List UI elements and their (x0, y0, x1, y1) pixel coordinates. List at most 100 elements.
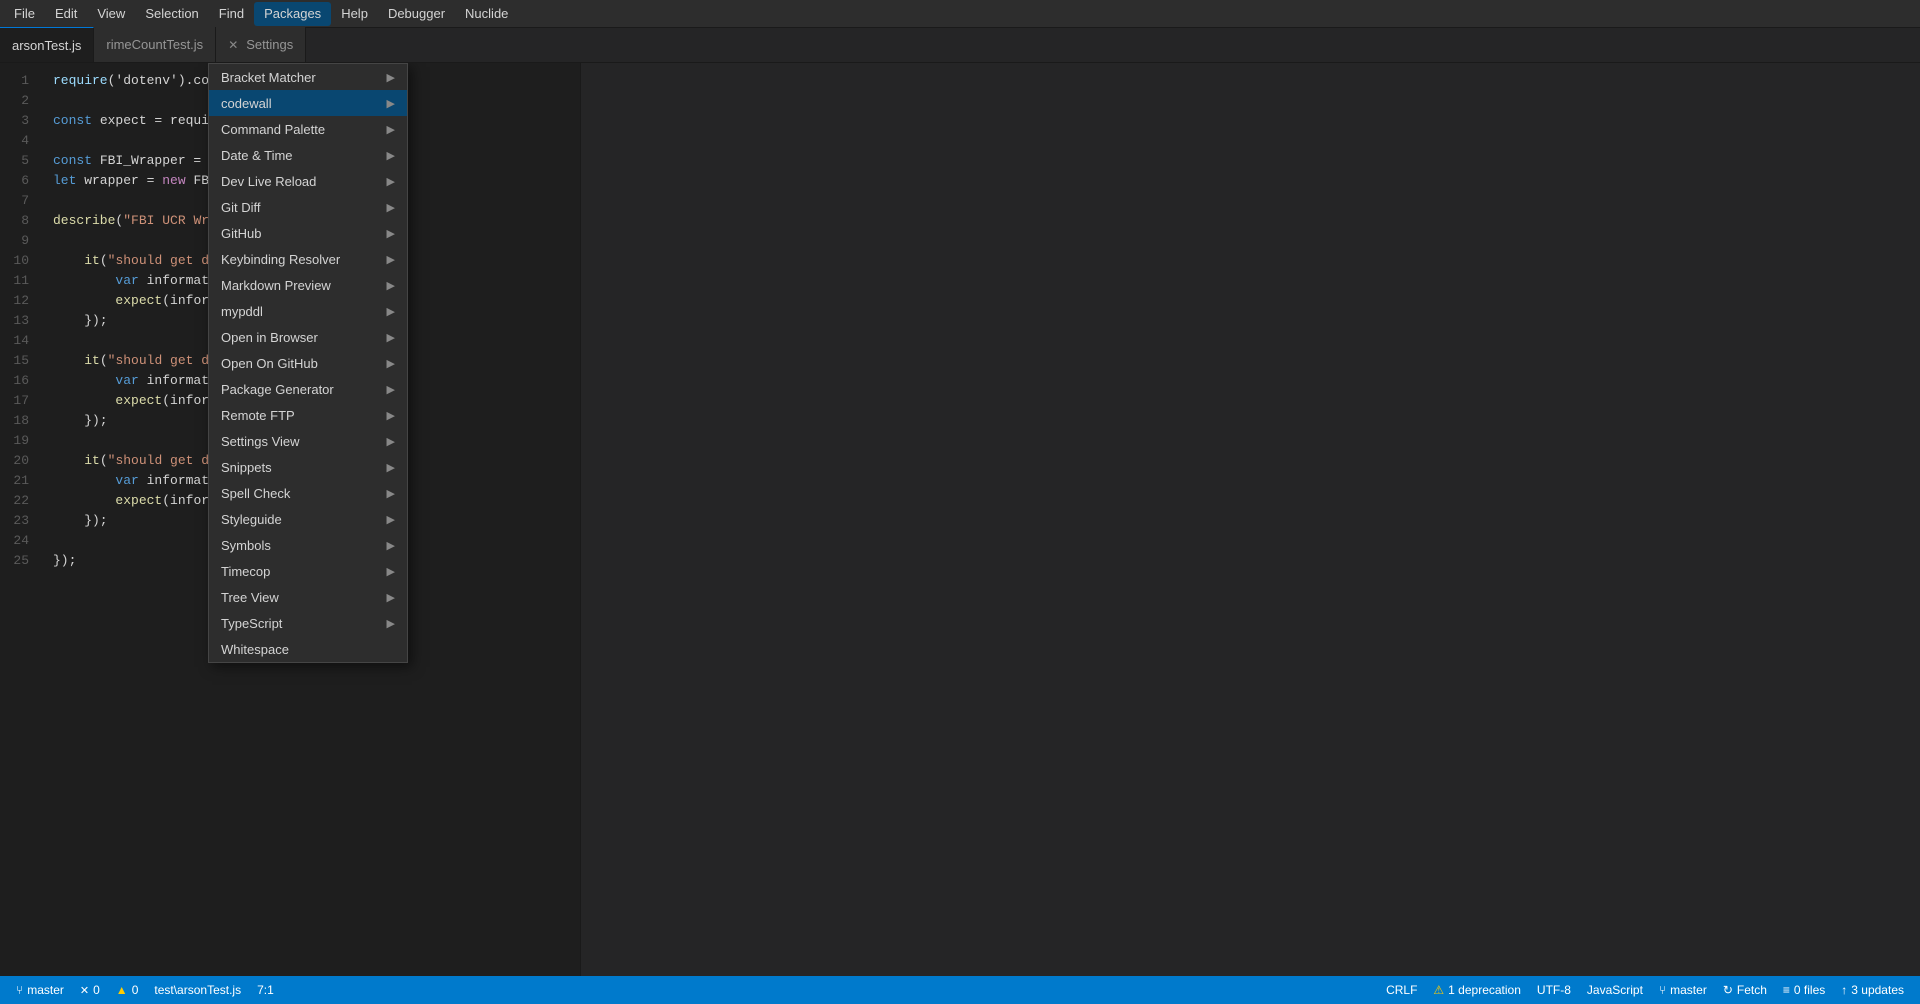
status-bar-right: CRLF ⚠ 1 deprecation UTF-8 JavaScript ⑂ … (1378, 976, 1912, 1004)
packages-codewall[interactable]: codewall ▶ (209, 90, 407, 116)
tab-bar: arsonTest.js rimeCountTest.js ✕ Settings (0, 28, 1920, 63)
chevron-right-icon: ▶ (387, 305, 395, 318)
line-ending-label: CRLF (1386, 983, 1417, 997)
packages-package-generator[interactable]: Package Generator ▶ (209, 376, 407, 402)
packages-symbols[interactable]: Symbols ▶ (209, 532, 407, 558)
line-numbers: 1234 5678 9101112 13141516 17181920 2122… (0, 63, 45, 976)
packages-command-palette[interactable]: Command Palette ▶ (209, 116, 407, 142)
file-path-status[interactable]: test\arsonTest.js (146, 976, 249, 1004)
chevron-right-icon: ▶ (387, 357, 395, 370)
chevron-right-icon: ▶ (387, 539, 395, 552)
file-count-label: 0 files (1794, 983, 1825, 997)
chevron-right-icon: ▶ (387, 201, 395, 214)
chevron-right-icon: ▶ (387, 383, 395, 396)
packages-tree-view[interactable]: Tree View ▶ (209, 584, 407, 610)
cursor-position[interactable]: 7:1 (249, 976, 282, 1004)
menu-selection[interactable]: Selection (135, 2, 208, 26)
packages-spell-check[interactable]: Spell Check ▶ (209, 480, 407, 506)
line-ending-status[interactable]: CRLF (1378, 976, 1425, 1004)
chevron-right-icon: ▶ (387, 565, 395, 578)
tab-time[interactable]: rimeCountTest.js (94, 27, 216, 62)
editor-area: 1234 5678 9101112 13141516 17181920 2122… (0, 63, 580, 976)
deprecation-status[interactable]: ⚠ 1 deprecation (1425, 976, 1529, 1004)
status-bar: ⑂ master ✕ 0 ▲ 0 test\arsonTest.js 7:1 C… (0, 976, 1920, 1004)
chevron-right-icon: ▶ (387, 591, 395, 604)
menu-view[interactable]: View (87, 2, 135, 26)
main-area: 1234 5678 9101112 13141516 17181920 2122… (0, 63, 1920, 976)
warning-status[interactable]: ▲ 0 (108, 976, 147, 1004)
menu-edit[interactable]: Edit (45, 2, 87, 26)
language-status[interactable]: JavaScript (1579, 976, 1651, 1004)
cursor-pos-label: 7:1 (257, 983, 274, 997)
packages-git-diff[interactable]: Git Diff ▶ (209, 194, 407, 220)
warning-count: 0 (132, 983, 139, 997)
chevron-right-icon: ▶ (387, 123, 395, 136)
packages-keybinding-resolver[interactable]: Keybinding Resolver ▶ (209, 246, 407, 272)
menu-packages[interactable]: Packages (254, 2, 331, 26)
chevron-right-icon: ▶ (387, 175, 395, 188)
file-count-icon: ≡ (1783, 983, 1790, 997)
error-count: 0 (93, 983, 100, 997)
packages-bracket-matcher[interactable]: Bracket Matcher ▶ (209, 64, 407, 90)
chevron-right-icon: ▶ (387, 97, 395, 110)
packages-remote-ftp[interactable]: Remote FTP ▶ (209, 402, 407, 428)
fetch-icon: ↻ (1723, 983, 1733, 997)
packages-styleguide[interactable]: Styleguide ▶ (209, 506, 407, 532)
encoding-label: UTF-8 (1537, 983, 1571, 997)
language-label: JavaScript (1587, 983, 1643, 997)
tab-arson[interactable]: arsonTest.js (0, 27, 94, 62)
tab-settings[interactable]: ✕ Settings (216, 27, 306, 62)
menu-debugger[interactable]: Debugger (378, 2, 455, 26)
packages-markdown-preview[interactable]: Markdown Preview ▶ (209, 272, 407, 298)
warning-icon: ▲ (116, 983, 128, 997)
file-count-status[interactable]: ≡ 0 files (1775, 976, 1833, 1004)
chevron-right-icon: ▶ (387, 435, 395, 448)
right-panel (580, 63, 1920, 976)
menu-find[interactable]: Find (209, 2, 254, 26)
error-icon: ✕ (80, 984, 89, 997)
chevron-right-icon: ▶ (387, 513, 395, 526)
updates-icon: ↑ (1841, 983, 1847, 997)
packages-dropdown: Bracket Matcher ▶ codewall ▶ Command Pal… (208, 63, 408, 663)
close-icon[interactable]: ✕ (228, 38, 238, 52)
packages-whitespace[interactable]: Whitespace (209, 636, 407, 662)
updates-label: 3 updates (1851, 983, 1904, 997)
menu-nuclide[interactable]: Nuclide (455, 2, 518, 26)
deprecation-label: 1 deprecation (1448, 983, 1521, 997)
git-branch-label: master (1670, 983, 1707, 997)
chevron-right-icon: ▶ (387, 253, 395, 266)
packages-github[interactable]: GitHub ▶ (209, 220, 407, 246)
branch-name: master (27, 983, 64, 997)
packages-date-time[interactable]: Date & Time ▶ (209, 142, 407, 168)
status-bar-left: ⑂ master ✕ 0 ▲ 0 test\arsonTest.js 7:1 (8, 976, 1378, 1004)
tab-arson-label: arsonTest.js (12, 38, 81, 53)
packages-timecop[interactable]: Timecop ▶ (209, 558, 407, 584)
error-status[interactable]: ✕ 0 (72, 976, 108, 1004)
packages-mypddl[interactable]: mypddl ▶ (209, 298, 407, 324)
deprecation-warning-icon: ⚠ (1433, 983, 1444, 997)
tab-time-label: rimeCountTest.js (106, 37, 203, 52)
packages-open-on-github[interactable]: Open On GitHub ▶ (209, 350, 407, 376)
git-branch-status[interactable]: ⑂ master (8, 976, 72, 1004)
updates-status[interactable]: ↑ 3 updates (1833, 976, 1912, 1004)
fetch-status[interactable]: ↻ Fetch (1715, 976, 1775, 1004)
chevron-right-icon: ▶ (387, 279, 395, 292)
git-branch-right[interactable]: ⑂ master (1651, 976, 1715, 1004)
packages-open-in-browser[interactable]: Open in Browser ▶ (209, 324, 407, 350)
chevron-right-icon: ▶ (387, 409, 395, 422)
file-path-label: test\arsonTest.js (154, 983, 241, 997)
packages-snippets[interactable]: Snippets ▶ (209, 454, 407, 480)
encoding-status[interactable]: UTF-8 (1529, 976, 1579, 1004)
git-icon: ⑂ (16, 983, 23, 997)
git-branch-icon: ⑂ (1659, 983, 1666, 997)
chevron-right-icon: ▶ (387, 331, 395, 344)
packages-dev-live-reload[interactable]: Dev Live Reload ▶ (209, 168, 407, 194)
chevron-right-icon: ▶ (387, 227, 395, 240)
chevron-right-icon: ▶ (387, 461, 395, 474)
fetch-label: Fetch (1737, 983, 1767, 997)
packages-settings-view[interactable]: Settings View ▶ (209, 428, 407, 454)
chevron-right-icon: ▶ (387, 487, 395, 500)
packages-typescript[interactable]: TypeScript ▶ (209, 610, 407, 636)
menu-file[interactable]: File (4, 2, 45, 26)
menu-help[interactable]: Help (331, 2, 378, 26)
